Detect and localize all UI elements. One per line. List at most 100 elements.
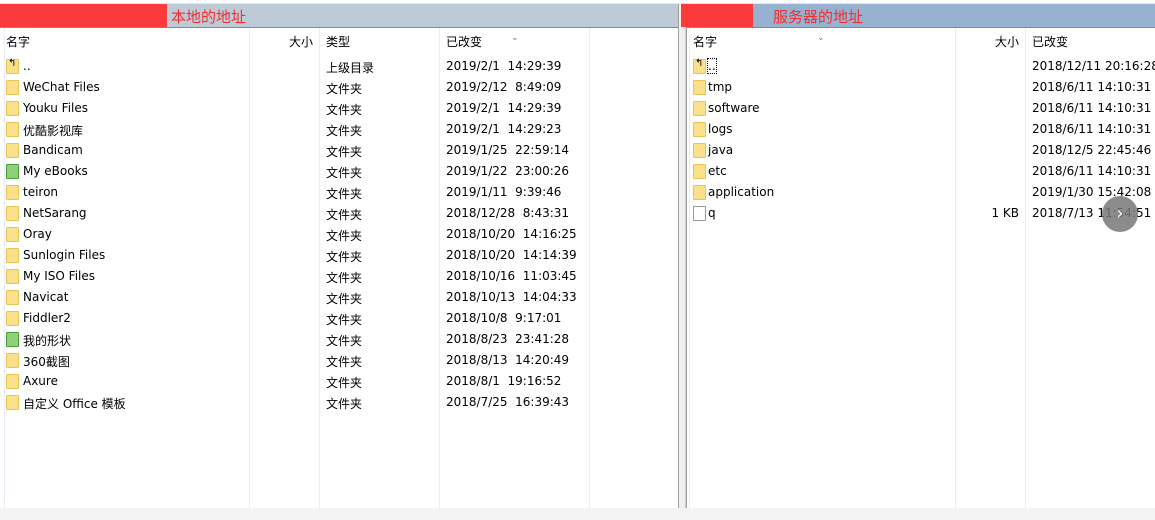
file-modified: 2018/10/20 14:16:25 [446,227,577,241]
folder-icon [693,185,706,200]
file-row[interactable]: application 2019/1/30 15:42:08 [687,182,1155,203]
file-modified: 2018/12/11 20:16:28 [1032,59,1155,73]
file-row[interactable]: q1 KB 2018/7/13 11:54:51 [687,203,1155,224]
file-type: 文件夹 [326,250,363,264]
folder-icon [6,290,19,305]
header-size[interactable]: 大小 [995,33,1019,50]
file-row[interactable]: Axure 文件夹 2018/8/1 19:16:52 [0,371,678,392]
folder-icon [6,206,19,221]
folder-icon [6,227,19,242]
file-name: 自定义 Office 模板 [23,397,126,411]
redacted-path [0,4,167,27]
header-name[interactable]: 名字 [693,33,717,50]
next-arrow-button[interactable]: › [1102,196,1138,232]
file-row[interactable]: Bandicam 文件夹 2019/1/25 22:59:14 [0,140,678,161]
file-type: 文件夹 [326,124,363,138]
file-name: 我的形状 [23,334,72,348]
file-modified: 2018/6/11 14:10:31 [1032,101,1152,115]
file-row[interactable]: etc 2018/6/11 14:10:31 [687,161,1155,182]
folder-icon [6,311,19,326]
file-row[interactable]: My ISO Files 文件夹 2018/10/16 11:03:45 [0,266,678,287]
panel-splitter[interactable] [679,4,686,508]
file-name: Fiddler2 [23,311,71,325]
file-type: 文件夹 [326,313,363,327]
special-folder-icon [6,332,19,347]
folder-icon [6,395,19,410]
special-folder-icon [6,164,19,179]
file-row[interactable]: software 2018/6/11 14:10:31 [687,98,1155,119]
file-name: NetSarang [23,206,87,220]
file-row[interactable]: logs 2018/6/11 14:10:31 [687,119,1155,140]
file-row[interactable]: 360截图 文件夹 2018/8/13 14:20:49 [0,350,678,371]
header-type[interactable]: 类型 [326,33,350,50]
file-row[interactable]: Sunlogin Files 文件夹 2018/10/20 14:14:39 [0,245,678,266]
file-modified: 2019/1/25 22:59:14 [446,143,570,157]
file-name: Oray [23,227,52,241]
remote-path-bar[interactable]: 服务器的地址 [681,4,1155,28]
file-row[interactable]: .. 2018/12/11 20:16:28 [687,56,1155,77]
file-icon [693,206,706,221]
sort-chevron-icon: ⌄ [511,33,519,43]
file-type: 文件夹 [326,82,363,96]
file-row[interactable]: 自定义 Office 模板 文件夹 2018/7/25 16:39:43 [0,392,678,413]
remote-file-list: .. 2018/12/11 20:16:28 tmp 2018/6/11 14:10:… [687,56,1155,224]
local-title: 本地的地址 [171,8,247,26]
file-modified: 2018/7/25 16:39:43 [446,395,570,409]
file-type: 文件夹 [326,397,363,411]
file-modified: 2018/8/13 14:20:49 [446,353,570,367]
file-modified: 2018/10/8 9:17:01 [446,311,562,325]
file-name: application [708,185,775,199]
file-modified: 2018/6/11 14:10:31 [1032,80,1152,94]
file-modified: 2018/6/11 14:10:31 [1032,164,1152,178]
file-row[interactable]: Navicat 文件夹 2018/10/13 14:04:33 [0,287,678,308]
file-row[interactable]: tmp 2018/6/11 14:10:31 [687,77,1155,98]
file-type: 文件夹 [326,292,363,306]
header-modified[interactable]: 已改变 [1032,33,1068,50]
status-strip [0,508,1155,520]
file-row[interactable]: 我的形状 文件夹 2018/8/23 23:41:28 [0,329,678,350]
file-modified: 2018/8/23 23:41:28 [446,332,570,346]
file-name: Bandicam [23,143,83,157]
file-row[interactable]: Fiddler2 文件夹 2018/10/8 9:17:01 [0,308,678,329]
file-row[interactable]: teiron 文件夹 2019/1/11 9:39:46 [0,182,678,203]
folder-icon [693,101,706,116]
file-type: 文件夹 [326,187,363,201]
file-modified: 2018/12/28 8:43:31 [446,206,570,220]
folder-icon [6,122,19,137]
folder-icon [693,143,706,158]
local-path-bar[interactable]: 本地的地址 [0,4,678,28]
file-row[interactable]: Oray 文件夹 2018/10/20 14:16:25 [0,224,678,245]
folder-icon [6,353,19,368]
file-type: 文件夹 [326,376,363,390]
folder-icon [6,374,19,389]
folder-icon [693,122,706,137]
local-panel: 本地的地址 名字 大小 类型 已改变 ⌄ .. 上级目录 2019/2/1 14:2… [0,4,679,508]
file-row[interactable]: java 2018/12/5 22:45:46 [687,140,1155,161]
file-row[interactable]: Youku Files 文件夹 2019/2/1 14:29:39 [0,98,678,119]
header-modified[interactable]: 已改变 [446,33,482,50]
header-name[interactable]: 名字 [6,33,30,50]
file-row[interactable]: NetSarang 文件夹 2018/12/28 8:43:31 [0,203,678,224]
file-name: java [708,143,734,157]
file-modified: 2019/2/1 14:29:39 [446,59,562,73]
file-modified: 2018/10/16 11:03:45 [446,269,577,283]
file-modified: 2019/2/12 8:49:09 [446,80,562,94]
file-modified: 2018/8/1 19:16:52 [446,374,562,388]
file-type: 文件夹 [326,229,363,243]
header-size[interactable]: 大小 [289,33,313,50]
file-name: teiron [23,185,59,199]
file-modified: 2018/12/5 22:45:46 [1032,143,1152,157]
file-row[interactable]: My eBooks 文件夹 2019/1/22 23:00:26 [0,161,678,182]
folder-icon [693,164,706,179]
file-name: .. [707,58,717,74]
file-type: 上级目录 [326,61,375,75]
remote-header: 名字 ⌄ 大小 已改变 [687,28,1155,52]
file-row[interactable]: WeChat Files 文件夹 2019/2/12 8:49:09 [0,77,678,98]
file-type: 文件夹 [326,271,363,285]
file-name: software [708,101,760,115]
file-row[interactable]: .. 上级目录 2019/2/1 14:29:39 [0,56,678,77]
file-modified: 2019/1/22 23:00:26 [446,164,570,178]
file-row[interactable]: 优酷影视库 文件夹 2019/2/1 14:29:23 [0,119,678,140]
file-type: 文件夹 [326,103,363,117]
file-type: 文件夹 [326,166,363,180]
